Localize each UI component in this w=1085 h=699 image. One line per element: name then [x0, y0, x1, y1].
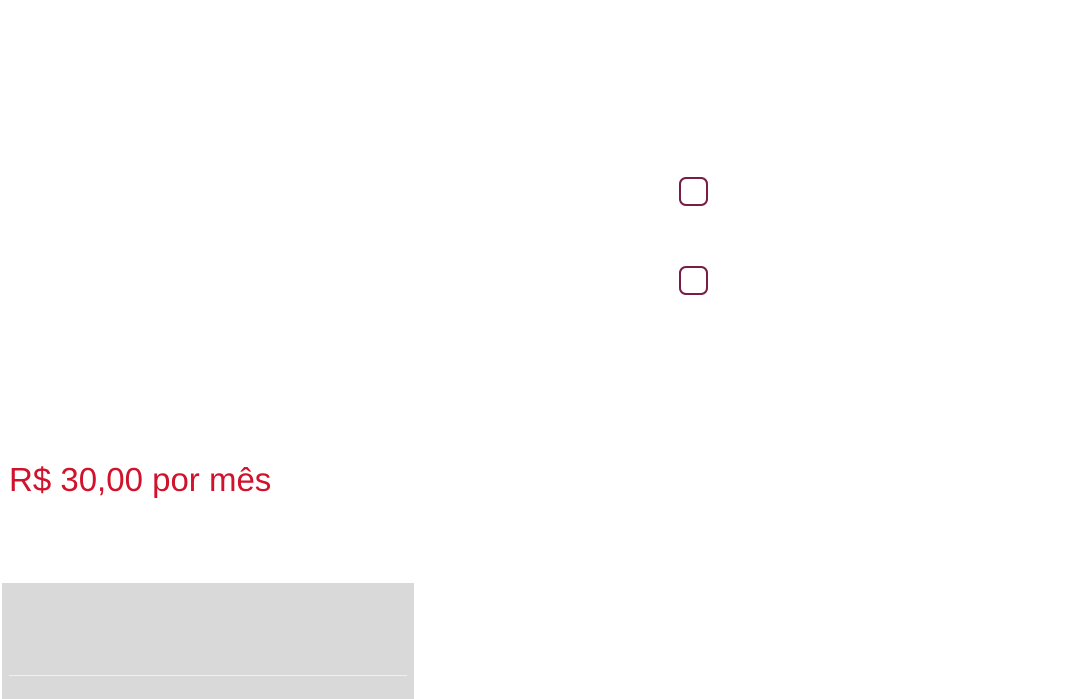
paragraph-line-faint [0, 272, 480, 292]
section-heading-faint [0, 530, 270, 562]
option-row-1[interactable] [679, 177, 722, 206]
text-line-faint [0, 148, 170, 168]
gray-panel [2, 583, 414, 699]
price-text: R$ 30,00 por mês [9, 461, 272, 498]
paragraph-line-faint [0, 344, 430, 364]
paragraph-line-faint [0, 296, 460, 316]
section-heading-faint [0, 418, 320, 452]
option-checkbox-1[interactable] [679, 177, 708, 206]
text-line-faint [0, 124, 180, 144]
page: R$ 30,00 por mês [0, 0, 1085, 699]
option-row-2[interactable] [679, 266, 722, 295]
option-checkbox-2[interactable] [679, 266, 708, 295]
panel-divider [9, 675, 407, 676]
page-header-faint [0, 6, 410, 34]
options-title-faint [680, 94, 1050, 130]
paragraph-line-faint [0, 368, 380, 388]
text-line-faint [0, 178, 170, 198]
section-heading-faint [0, 232, 390, 266]
paragraph-line-faint [0, 320, 490, 340]
section-heading-faint [0, 82, 310, 122]
